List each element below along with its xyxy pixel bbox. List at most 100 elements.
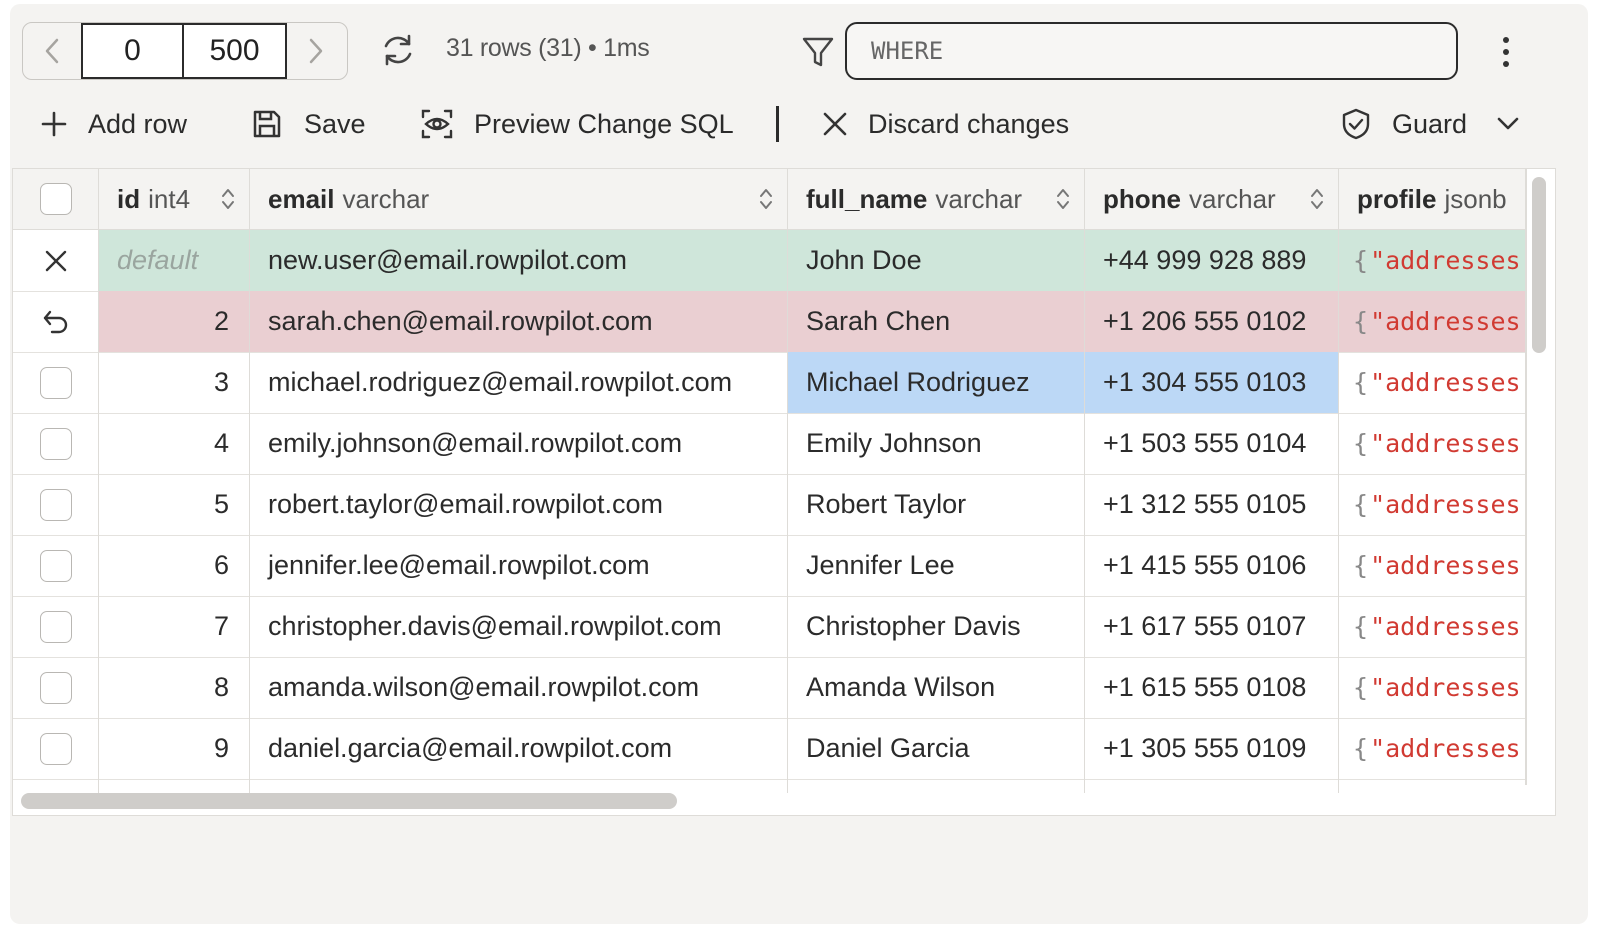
- id-cell[interactable]: default: [99, 230, 250, 291]
- table-row-deleted: 2 sarah.chen@email.rowpilot.com Sarah Ch…: [13, 291, 1525, 353]
- table-row-new: default new.user@email.rowpilot.com John…: [13, 230, 1525, 292]
- profile-cell[interactable]: {"addresses: [1339, 657, 1525, 718]
- profile-cell[interactable]: {"addresses: [1339, 413, 1525, 474]
- full-name-cell-selected[interactable]: Michael Rodriguez: [788, 352, 1085, 413]
- id-cell[interactable]: 7: [99, 596, 250, 657]
- row-checkbox[interactable]: [39, 671, 72, 704]
- profile-cell[interactable]: {"addresses: [1339, 352, 1525, 413]
- profile-cell[interactable]: {"addresses: [1339, 535, 1525, 596]
- row-checkbox[interactable]: [39, 732, 72, 765]
- profile-cell[interactable]: {"addresses: [1339, 291, 1525, 352]
- undo-icon: [43, 310, 67, 333]
- row-select-cell: [13, 718, 99, 779]
- column-header-email[interactable]: email varchar: [250, 169, 788, 229]
- sort-icon[interactable]: [221, 187, 235, 211]
- sort-icon[interactable]: [1310, 187, 1324, 211]
- full-name-cell[interactable]: Jennifer Lee: [788, 535, 1085, 596]
- previous-page-button[interactable]: [23, 23, 81, 79]
- row-checkbox[interactable]: [39, 610, 72, 643]
- full-name-cell[interactable]: Amanda Wilson: [788, 657, 1085, 718]
- close-icon: [45, 250, 66, 271]
- full-name-cell[interactable]: Christopher Davis: [788, 596, 1085, 657]
- full-name-cell[interactable]: Emily Johnson: [788, 413, 1085, 474]
- profile-cell[interactable]: {"addresses: [1339, 596, 1525, 657]
- json-brace: {: [1353, 734, 1369, 763]
- email-cell[interactable]: emily.johnson@email.rowpilot.com: [250, 413, 788, 474]
- full-name-cell[interactable]: Robert Taylor: [788, 474, 1085, 535]
- refresh-icon[interactable]: [378, 30, 418, 70]
- id-cell[interactable]: 6: [99, 535, 250, 596]
- id-cell[interactable]: 3: [99, 352, 250, 413]
- eye-scan-icon: [421, 109, 453, 139]
- sort-icon[interactable]: [1056, 187, 1070, 211]
- grid-right-border: [1525, 169, 1527, 785]
- id-cell[interactable]: 8: [99, 657, 250, 718]
- select-all-checkbox[interactable]: [39, 183, 72, 215]
- row-checkbox[interactable]: [39, 488, 72, 521]
- discard-changes-button[interactable]: Discard changes: [822, 100, 1069, 148]
- email-cell[interactable]: jennifer.lee@email.rowpilot.com: [250, 535, 788, 596]
- email-cell[interactable]: new.user@email.rowpilot.com: [250, 230, 788, 291]
- phone-cell[interactable]: +1 503 555 0104: [1085, 413, 1339, 474]
- profile-cell[interactable]: {"addresses: [1339, 230, 1525, 291]
- json-brace: {: [1353, 612, 1369, 641]
- remove-new-row-button[interactable]: [13, 230, 99, 291]
- email-cell: [250, 779, 788, 793]
- pagination-control: 0 500: [22, 22, 348, 80]
- column-header-id[interactable]: id int4: [99, 169, 250, 229]
- add-row-button[interactable]: Add row: [40, 100, 187, 148]
- row-checkbox[interactable]: [39, 366, 72, 399]
- profile-cell[interactable]: {"addresses: [1339, 474, 1525, 535]
- profile-cell[interactable]: {"addresses: [1339, 718, 1525, 779]
- column-header-full-name[interactable]: full_name varchar: [788, 169, 1085, 229]
- save-button[interactable]: Save: [250, 100, 366, 148]
- preview-change-sql-button[interactable]: Preview Change SQL: [420, 100, 734, 148]
- id-cell[interactable]: 5: [99, 474, 250, 535]
- email-cell[interactable]: daniel.garcia@email.rowpilot.com: [250, 718, 788, 779]
- offset-input[interactable]: 0: [81, 23, 184, 79]
- email-cell[interactable]: amanda.wilson@email.rowpilot.com: [250, 657, 788, 718]
- limit-input[interactable]: 500: [184, 23, 287, 79]
- column-header-phone[interactable]: phone varchar: [1085, 169, 1339, 229]
- row-select-cell: [13, 779, 99, 793]
- phone-cell[interactable]: +1 615 555 0108: [1085, 657, 1339, 718]
- phone-cell[interactable]: +1 312 555 0105: [1085, 474, 1339, 535]
- undo-delete-button[interactable]: [13, 291, 99, 352]
- id-cell[interactable]: 4: [99, 413, 250, 474]
- profile-value: "addresses: [1370, 429, 1521, 458]
- horizontal-scrollbar[interactable]: [21, 793, 677, 809]
- email-cell[interactable]: michael.rodriguez@email.rowpilot.com: [250, 352, 788, 413]
- row-select-cell: [13, 657, 99, 718]
- row-select-cell: [13, 352, 99, 413]
- row-checkbox[interactable]: [39, 549, 72, 582]
- sort-icon[interactable]: [759, 187, 773, 211]
- chevron-right-icon: [309, 38, 323, 64]
- json-brace: {: [1353, 673, 1369, 702]
- id-cell[interactable]: 9: [99, 718, 250, 779]
- where-filter-input[interactable]: [845, 22, 1458, 80]
- column-header-profile[interactable]: profile jsonb: [1339, 169, 1525, 229]
- column-name: profile: [1357, 183, 1437, 214]
- email-cell[interactable]: robert.taylor@email.rowpilot.com: [250, 474, 788, 535]
- phone-cell[interactable]: +1 617 555 0107: [1085, 596, 1339, 657]
- phone-cell-selected[interactable]: +1 304 555 0103: [1085, 352, 1339, 413]
- row-checkbox[interactable]: [39, 427, 72, 460]
- phone-cell[interactable]: +1 206 555 0102: [1085, 291, 1339, 352]
- email-cell[interactable]: sarah.chen@email.rowpilot.com: [250, 291, 788, 352]
- vertical-scrollbar[interactable]: [1532, 177, 1546, 353]
- phone-cell[interactable]: +44 999 928 889: [1085, 230, 1339, 291]
- json-brace: {: [1353, 368, 1369, 397]
- phone-cell[interactable]: +1 305 555 0109: [1085, 718, 1339, 779]
- full-name-cell[interactable]: John Doe: [788, 230, 1085, 291]
- guard-dropdown[interactable]: Guard: [1340, 100, 1519, 148]
- id-cell[interactable]: 2: [99, 291, 250, 352]
- column-name: email: [268, 183, 335, 214]
- email-cell[interactable]: christopher.davis@email.rowpilot.com: [250, 596, 788, 657]
- next-page-button[interactable]: [287, 23, 345, 79]
- table-row: 5 robert.taylor@email.rowpilot.com Rober…: [13, 474, 1525, 536]
- profile-value: "addresses: [1370, 734, 1521, 763]
- full-name-cell[interactable]: Sarah Chen: [788, 291, 1085, 352]
- phone-cell[interactable]: +1 415 555 0106: [1085, 535, 1339, 596]
- more-options-icon[interactable]: [1496, 32, 1516, 72]
- full-name-cell[interactable]: Daniel Garcia: [788, 718, 1085, 779]
